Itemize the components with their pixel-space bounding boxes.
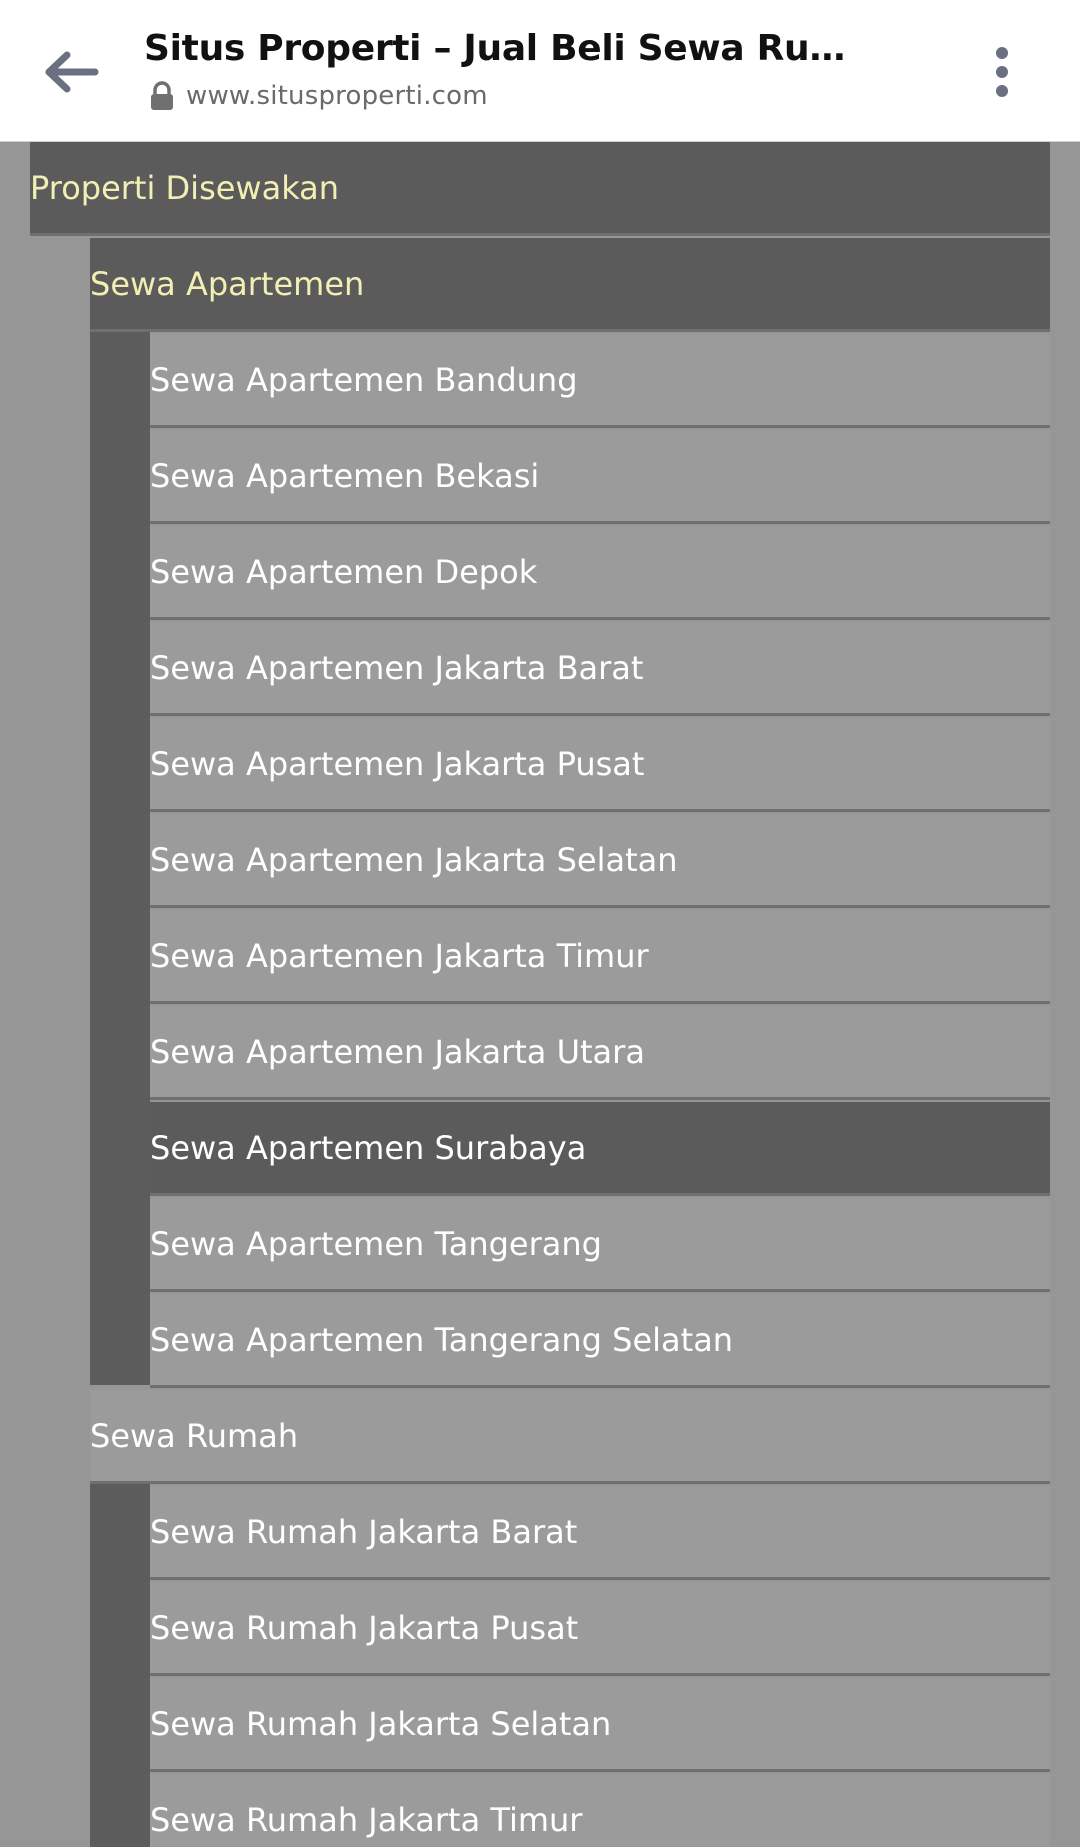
menu-item-apartemen-jakarta-utara[interactable]: Sewa Apartemen Jakarta Utara — [150, 1006, 1050, 1100]
arrow-left-icon — [45, 51, 99, 93]
menu-item-label: Sewa Apartemen Bandung — [150, 360, 578, 399]
menu-item-label: Sewa Apartemen Bekasi — [150, 456, 540, 495]
menu-item-label: Sewa Apartemen Surabaya — [150, 1128, 587, 1167]
menu-item-apartemen-tangerang-selatan[interactable]: Sewa Apartemen Tangerang Selatan — [150, 1294, 1050, 1388]
menu-item-rumah-jakarta-barat[interactable]: Sewa Rumah Jakarta Barat — [150, 1486, 1050, 1580]
menu-item-label: Sewa Apartemen Jakarta Selatan — [150, 840, 678, 879]
menu-item-apartemen-surabaya[interactable]: Sewa Apartemen Surabaya — [150, 1102, 1050, 1196]
menu-item-apartemen-jakarta-timur[interactable]: Sewa Apartemen Jakarta Timur — [150, 910, 1050, 1004]
more-vertical-icon — [996, 47, 1008, 97]
menu-item-label: Sewa Rumah — [90, 1416, 299, 1455]
lock-icon — [148, 80, 176, 112]
menu-item-label: Sewa Apartemen Jakarta Barat — [150, 648, 644, 687]
menu-item-apartemen-jakarta-selatan[interactable]: Sewa Apartemen Jakarta Selatan — [150, 814, 1050, 908]
menu-item-label: Sewa Apartemen Tangerang Selatan — [150, 1320, 734, 1359]
menu-item-apartemen-jakarta-barat[interactable]: Sewa Apartemen Jakarta Barat — [150, 622, 1050, 716]
menu-item-label: Sewa Apartemen — [90, 264, 365, 303]
menu-item-sewa-rumah[interactable]: Sewa Rumah — [90, 1390, 1050, 1484]
menu-item-label: Sewa Rumah Jakarta Barat — [150, 1512, 578, 1551]
apartemen-indent-bar — [90, 330, 150, 1385]
more-options-button[interactable] — [966, 30, 1038, 114]
menu-item-label: Sewa Apartemen Jakarta Timur — [150, 936, 649, 975]
menu-item-label: Sewa Rumah Jakarta Timur — [150, 1800, 583, 1839]
back-button[interactable] — [30, 30, 114, 114]
url-bar[interactable]: www.situsproperti.com — [148, 80, 488, 112]
menu-item-sewa-apartemen[interactable]: Sewa Apartemen — [90, 238, 1050, 332]
menu-item-apartemen-depok[interactable]: Sewa Apartemen Depok — [150, 526, 1050, 620]
menu-item-apartemen-bandung[interactable]: Sewa Apartemen Bandung — [150, 334, 1050, 428]
page-title: Situs Properti – Jual Beli Sewa Rumah,..… — [144, 28, 864, 69]
menu-item-label: Sewa Apartemen Depok — [150, 552, 538, 591]
menu-item-label: Sewa Apartemen Jakarta Pusat — [150, 744, 645, 783]
menu-item-apartemen-tangerang[interactable]: Sewa Apartemen Tangerang — [150, 1198, 1050, 1292]
menu-item-apartemen-bekasi[interactable]: Sewa Apartemen Bekasi — [150, 430, 1050, 524]
menu-item-rumah-jakarta-selatan[interactable]: Sewa Rumah Jakarta Selatan — [150, 1678, 1050, 1772]
menu-item-label: Sewa Rumah Jakarta Pusat — [150, 1608, 579, 1647]
url-text: www.situsproperti.com — [186, 81, 488, 111]
rumah-indent-bar — [90, 1482, 150, 1847]
menu-item-rumah-jakarta-timur[interactable]: Sewa Rumah Jakarta Timur — [150, 1774, 1050, 1847]
menu-item-properti-disewakan[interactable]: Properti Disewakan — [30, 142, 1050, 236]
menu-item-label: Sewa Rumah Jakarta Selatan — [150, 1704, 612, 1743]
menu-item-rumah-jakarta-pusat[interactable]: Sewa Rumah Jakarta Pusat — [150, 1582, 1050, 1676]
menu-item-label: Properti Disewakan — [30, 168, 340, 207]
menu-item-apartemen-jakarta-pusat[interactable]: Sewa Apartemen Jakarta Pusat — [150, 718, 1050, 812]
menu-item-label: Sewa Apartemen Tangerang — [150, 1224, 602, 1263]
category-menu: Properti Disewakan Sewa Apartemen Sewa A… — [0, 142, 1080, 1847]
menu-item-label: Sewa Apartemen Jakarta Utara — [150, 1032, 645, 1071]
browser-toolbar: Situs Properti – Jual Beli Sewa Rumah,..… — [0, 0, 1080, 142]
